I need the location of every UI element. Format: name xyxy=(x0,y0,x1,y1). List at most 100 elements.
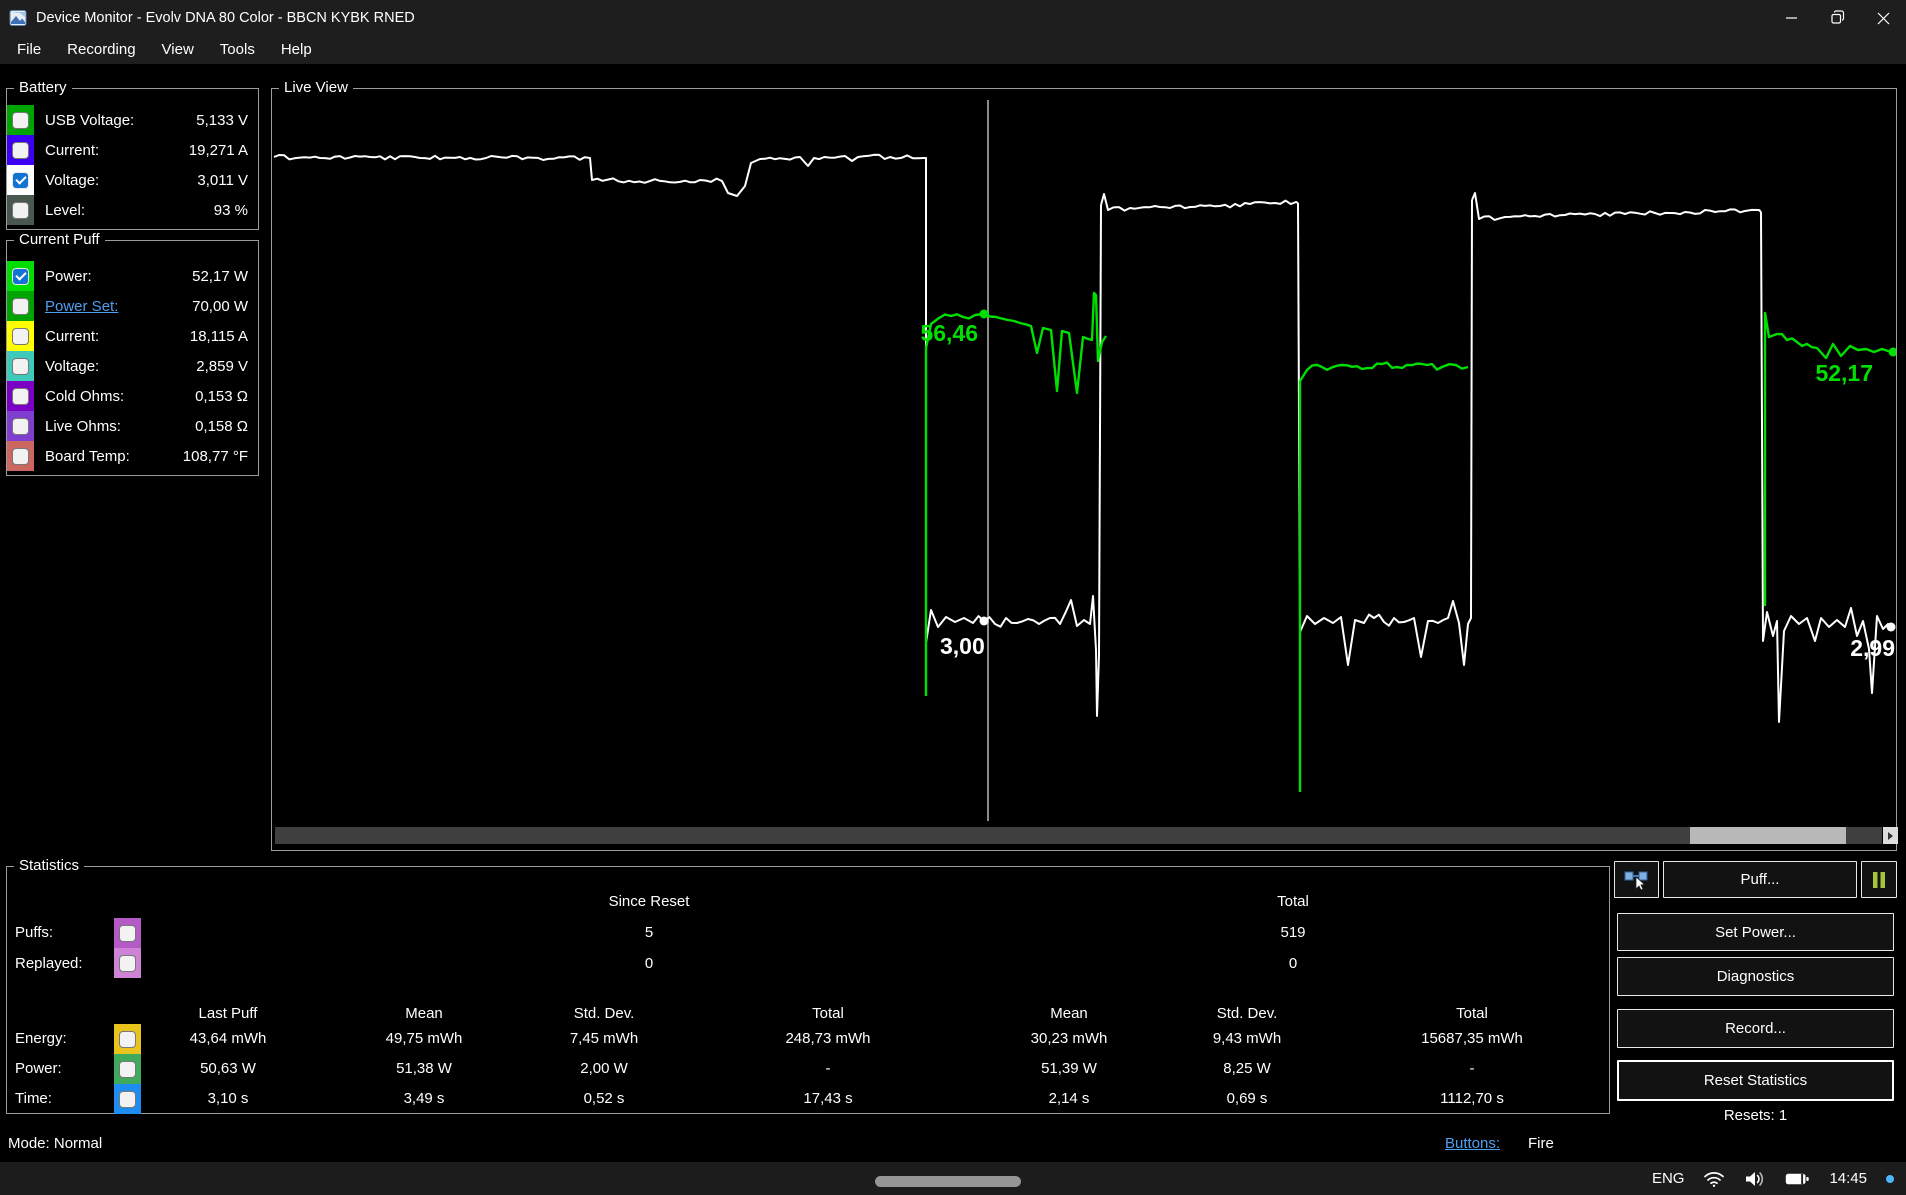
menu-recording[interactable]: Recording xyxy=(54,36,148,64)
menu-view[interactable]: View xyxy=(149,36,207,64)
stats-cell: 43,64 mWh xyxy=(143,1024,313,1054)
series-visibility-checkbox[interactable] xyxy=(119,1061,136,1078)
taskbar-app-indicator[interactable] xyxy=(875,1176,1021,1187)
series-visibility-checkbox[interactable] xyxy=(12,448,29,465)
mode-status: Mode: Normal xyxy=(8,1135,102,1152)
power-set-link[interactable]: Power Set: xyxy=(45,298,118,315)
row-label: Current: xyxy=(45,328,99,345)
row-label: Live Ohms: xyxy=(45,418,121,435)
series-visibility-checkbox[interactable] xyxy=(119,1091,136,1108)
menu-file[interactable]: File xyxy=(4,36,54,64)
marker-select-button[interactable] xyxy=(1614,861,1659,898)
battery-row: Voltage: 3,011 V xyxy=(7,165,258,195)
stats-cell: 15687,35 mWh xyxy=(1339,1024,1605,1054)
chart-scrollbar[interactable] xyxy=(275,827,1882,844)
battery-row: Level: 93 % xyxy=(7,195,258,225)
stats-cell: 3,49 s xyxy=(313,1084,535,1114)
stats-table-row: 43,64 mWh 49,75 mWh 7,45 mWh 248,73 mWh … xyxy=(143,1024,1605,1054)
col-header-since-reset: Since Reset xyxy=(549,893,749,910)
chart-scrollbar-thumb[interactable] xyxy=(1690,827,1846,844)
series-color-swatch xyxy=(7,381,34,411)
series-visibility-checkbox[interactable] xyxy=(119,925,136,942)
stats-cell: 0,52 s xyxy=(535,1084,673,1114)
stats-row-label: Energy: xyxy=(15,1024,67,1054)
stats-cell: - xyxy=(673,1054,983,1084)
live-chart[interactable]: 56,463,0052,172,99 xyxy=(272,96,1896,822)
series-visibility-checkbox[interactable] xyxy=(12,358,29,375)
puff-button[interactable]: Puff... xyxy=(1663,861,1857,898)
trace-puff-power xyxy=(1300,363,1468,792)
stats-table-row: 3,10 s 3,49 s 0,52 s 17,43 s 2,14 s 0,69… xyxy=(143,1084,1605,1114)
counter-swatch-column xyxy=(114,918,141,978)
pause-button[interactable] xyxy=(1861,861,1897,898)
menu-bar: File Recording View Tools Help xyxy=(0,36,1906,64)
stats-cell: 0,69 s xyxy=(1155,1084,1339,1114)
series-visibility-checkbox[interactable] xyxy=(12,388,29,405)
stats-cell: 8,25 W xyxy=(1155,1054,1339,1084)
trace-value-label: 3,00 xyxy=(940,633,985,659)
battery-row: USB Voltage: 5,133 V xyxy=(7,105,258,135)
minimize-icon[interactable] xyxy=(1768,0,1814,36)
status-bar: Mode: Normal Buttons: Fire xyxy=(0,1128,1906,1162)
col-header-total: Total xyxy=(1193,893,1393,910)
row-value: 93 % xyxy=(214,202,258,219)
reset-statistics-button[interactable]: Reset Statistics xyxy=(1617,1060,1894,1101)
series-visibility-checkbox[interactable] xyxy=(12,328,29,345)
stats-cell: 50,63 W xyxy=(143,1054,313,1084)
series-visibility-checkbox[interactable] xyxy=(12,298,29,315)
record-button-label: Record... xyxy=(1725,1020,1786,1037)
stats-cell: 3,10 s xyxy=(143,1084,313,1114)
clock[interactable]: 14:45 xyxy=(1829,1170,1867,1187)
close-icon[interactable] xyxy=(1860,0,1906,36)
app-icon xyxy=(9,9,27,27)
trace-marker xyxy=(980,310,989,319)
series-color-swatch xyxy=(7,105,34,135)
restore-icon[interactable] xyxy=(1814,0,1860,36)
series-color-swatch xyxy=(7,291,34,321)
current-puff-row: Board Temp: 108,77 °F xyxy=(7,441,258,471)
statistics-group-title: Statistics xyxy=(14,857,84,875)
volume-icon[interactable] xyxy=(1744,1170,1766,1188)
menu-tools[interactable]: Tools xyxy=(207,36,268,64)
series-visibility-checkbox[interactable] xyxy=(12,142,29,159)
title-bar: Device Monitor - Evolv DNA 80 Color - BB… xyxy=(0,0,1906,36)
counter-label: Replayed: xyxy=(15,949,83,979)
stats-cell: - xyxy=(1339,1054,1605,1084)
trace-battery-voltage xyxy=(1101,194,1298,211)
series-visibility-checkbox[interactable] xyxy=(12,202,29,219)
battery-icon[interactable] xyxy=(1785,1170,1810,1188)
series-visibility-checkbox[interactable] xyxy=(12,112,29,129)
language-indicator[interactable]: ENG xyxy=(1652,1170,1685,1187)
set-power-button[interactable]: Set Power... xyxy=(1617,913,1894,951)
stats-cell: 7,45 mWh xyxy=(535,1024,673,1054)
series-visibility-checkbox[interactable] xyxy=(12,172,29,189)
series-color-swatch xyxy=(7,321,34,351)
series-visibility-checkbox[interactable] xyxy=(119,955,136,972)
series-color-swatch xyxy=(114,1054,141,1084)
series-color-swatch xyxy=(7,351,34,381)
current-puff-row: Current: 18,115 A xyxy=(7,321,258,351)
current-puff-row: Power: 52,17 W xyxy=(7,261,258,291)
record-button[interactable]: Record... xyxy=(1617,1009,1894,1048)
counter-value: 0 xyxy=(1193,949,1393,979)
row-value: 108,77 °F xyxy=(183,448,258,465)
stats-cell: 1112,70 s xyxy=(1339,1084,1605,1114)
series-visibility-checkbox[interactable] xyxy=(119,1031,136,1048)
buttons-link[interactable]: Buttons: xyxy=(1445,1135,1500,1152)
stats-cell: 248,73 mWh xyxy=(673,1024,983,1054)
current-puff-row: Voltage: 2,859 V xyxy=(7,351,258,381)
series-visibility-checkbox[interactable] xyxy=(12,268,29,285)
series-color-swatch xyxy=(7,441,34,471)
menu-help[interactable]: Help xyxy=(268,36,325,64)
series-visibility-checkbox[interactable] xyxy=(12,418,29,435)
wifi-icon[interactable] xyxy=(1703,1170,1725,1188)
row-label: USB Voltage: xyxy=(45,112,134,129)
trace-value-label: 56,46 xyxy=(920,320,978,346)
notification-dot[interactable] xyxy=(1886,1175,1894,1183)
stats-swatch-column xyxy=(114,1024,141,1114)
scroll-right-arrow-icon[interactable] xyxy=(1883,827,1898,844)
counter-value: 5 xyxy=(549,918,749,948)
statistics-group: Statistics Since Reset Total Puffs: Repl… xyxy=(6,866,1610,1114)
diagnostics-button[interactable]: Diagnostics xyxy=(1617,957,1894,996)
row-value: 19,271 A xyxy=(189,142,258,159)
